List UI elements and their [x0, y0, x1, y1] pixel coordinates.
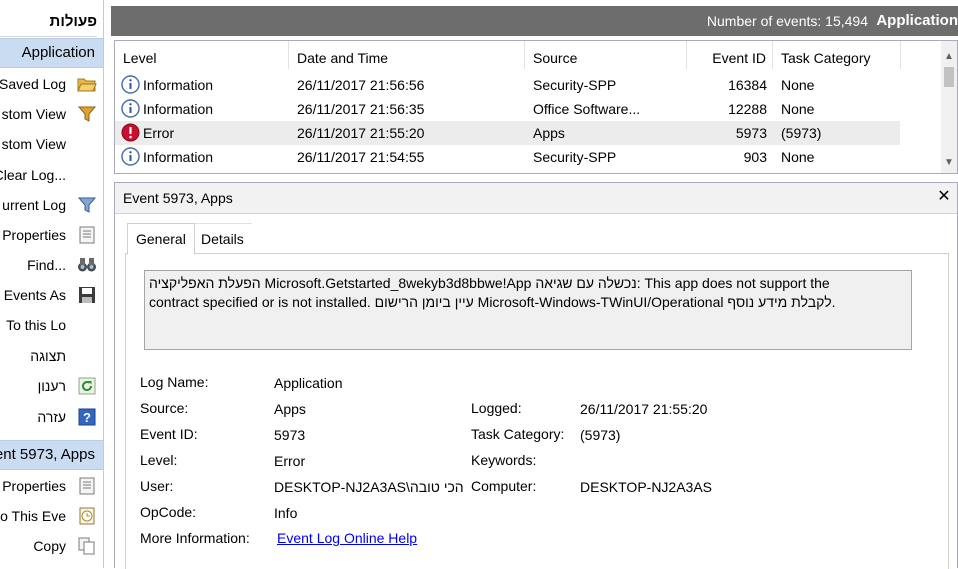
action-clear-log[interactable]: Clear Log...: [0, 160, 103, 190]
properties-icon: [79, 226, 95, 244]
column-header-event-id[interactable]: Event ID: [687, 41, 773, 69]
action-filter-current-log[interactable]: urrent Log: [0, 190, 103, 220]
source-value: Apps: [274, 401, 306, 417]
level-label: Level:: [140, 452, 178, 468]
action-copy[interactable]: Copy: [0, 531, 103, 561]
svg-text:?: ?: [83, 410, 91, 425]
detail-title: Event 5973, Apps: [123, 190, 233, 206]
logged-value: 26/11/2017 21:55:20: [580, 401, 708, 417]
event-description-box[interactable]: הפעלת האפליקציה Microsoft.Getstarted_8we…: [144, 270, 912, 350]
actions-section-application[interactable]: Application: [0, 38, 103, 68]
action-create-custom-view[interactable]: stom View: [0, 99, 103, 129]
events-scrollbar[interactable]: ▲ ▼: [941, 41, 957, 173]
keywords-label: Keywords:: [471, 452, 537, 468]
information-icon: [121, 75, 140, 94]
task-category-label: Task Category:: [471, 426, 565, 442]
action-import-custom-view[interactable]: stom View: [0, 129, 103, 159]
scroll-up-arrow-icon[interactable]: ▲: [941, 49, 957, 65]
action-help[interactable]: עזרה ?: [0, 402, 103, 432]
event-count: Number of events: 15,494: [706, 13, 868, 29]
computer-label: Computer:: [471, 478, 537, 494]
log-header-bar: Number of events: 15,494 Application: [111, 6, 958, 36]
information-icon: [121, 147, 140, 166]
event-log-online-help-link[interactable]: Event Log Online Help: [277, 530, 417, 546]
description-line-1: הפעלת האפליקציה Microsoft.Getstarted_8we…: [149, 275, 830, 291]
table-row[interactable]: Information 26/11/2017 21:56:56 Security…: [115, 73, 900, 97]
more-info-label: More Information:: [140, 530, 250, 546]
detail-title-bar: Event 5973, Apps ✕: [115, 183, 957, 214]
action-event-properties[interactable]: Properties: [0, 471, 103, 501]
action-refresh[interactable]: רענון: [0, 371, 103, 401]
event-id-value: 5973: [274, 427, 306, 443]
binoculars-icon: [78, 258, 96, 272]
task-icon: [79, 507, 95, 525]
logged-label: Logged:: [471, 400, 522, 416]
tab-details[interactable]: Details: [193, 223, 252, 254]
column-header-date[interactable]: Date and Time: [289, 41, 525, 69]
filter-icon: [77, 106, 97, 122]
source-label: Source:: [140, 400, 189, 416]
refresh-icon: [78, 377, 96, 395]
action-open-saved-log[interactable]: Saved Log: [0, 69, 103, 99]
level-value: Error: [274, 453, 306, 469]
tab-general[interactable]: General: [127, 223, 195, 255]
close-icon[interactable]: ✕: [935, 187, 953, 207]
actions-pane: פעולות Application Saved Log stom View s…: [0, 0, 104, 568]
opcode-value: Info: [274, 505, 298, 521]
actions-section-event[interactable]: Event 5973, Apps: [0, 440, 103, 470]
properties-icon: [79, 477, 95, 495]
general-tab-body: הפעלת האפליקציה Microsoft.Getstarted_8we…: [125, 253, 949, 569]
table-row[interactable]: Information 26/11/2017 21:54:55 Security…: [115, 145, 900, 169]
opcode-label: OpCode:: [140, 504, 197, 520]
action-find[interactable]: Find...: [0, 250, 103, 280]
log-name-label: Log Name:: [140, 374, 209, 390]
user-value: DESKTOP-NJ2A3AS\הכי טובה: [274, 479, 464, 495]
event-id-label: Event ID:: [140, 426, 198, 442]
events-table: Level Date and Time Source Event ID Task…: [114, 40, 958, 174]
main-area: Number of events: 15,494 Application Lev…: [108, 0, 958, 569]
action-properties[interactable]: Properties: [0, 220, 103, 250]
column-header-level[interactable]: Level: [115, 41, 289, 69]
scroll-thumb[interactable]: [944, 67, 954, 87]
action-attach-task-to-event[interactable]: o This Eve: [0, 501, 103, 531]
help-icon: ?: [78, 408, 96, 426]
log-name-value: Application: [274, 375, 343, 391]
copy-icon: [78, 537, 95, 555]
information-icon: [121, 99, 140, 118]
folder-open-icon: [77, 78, 97, 92]
task-category-value: (5973): [580, 427, 621, 443]
scroll-down-arrow-icon[interactable]: ▼: [941, 155, 957, 171]
table-row-selected[interactable]: Error 26/11/2017 21:55:20 Apps 5973 (597…: [115, 121, 900, 145]
error-icon: [121, 123, 140, 142]
action-attach-task-to-log[interactable]: To this Lo: [0, 310, 103, 340]
user-label: User:: [140, 478, 174, 494]
log-name-title: Application: [876, 12, 958, 29]
column-header-task-category[interactable]: Task Category: [773, 41, 901, 69]
actions-title: פעולות: [0, 8, 97, 37]
event-detail-pane: Event 5973, Apps ✕ General Details הפעלת…: [114, 182, 958, 569]
column-header-source[interactable]: Source: [525, 41, 687, 69]
table-row[interactable]: Information 26/11/2017 21:56:35 Office S…: [115, 97, 900, 121]
action-view[interactable]: תצוגה: [0, 341, 103, 371]
computer-value: DESKTOP-NJ2A3AS: [580, 479, 713, 495]
description-line-2: contract specified or is not installed. …: [149, 294, 836, 310]
save-icon: [79, 287, 95, 303]
filter-icon: [77, 197, 97, 213]
action-save-all-events-as[interactable]: Events As: [0, 280, 103, 310]
